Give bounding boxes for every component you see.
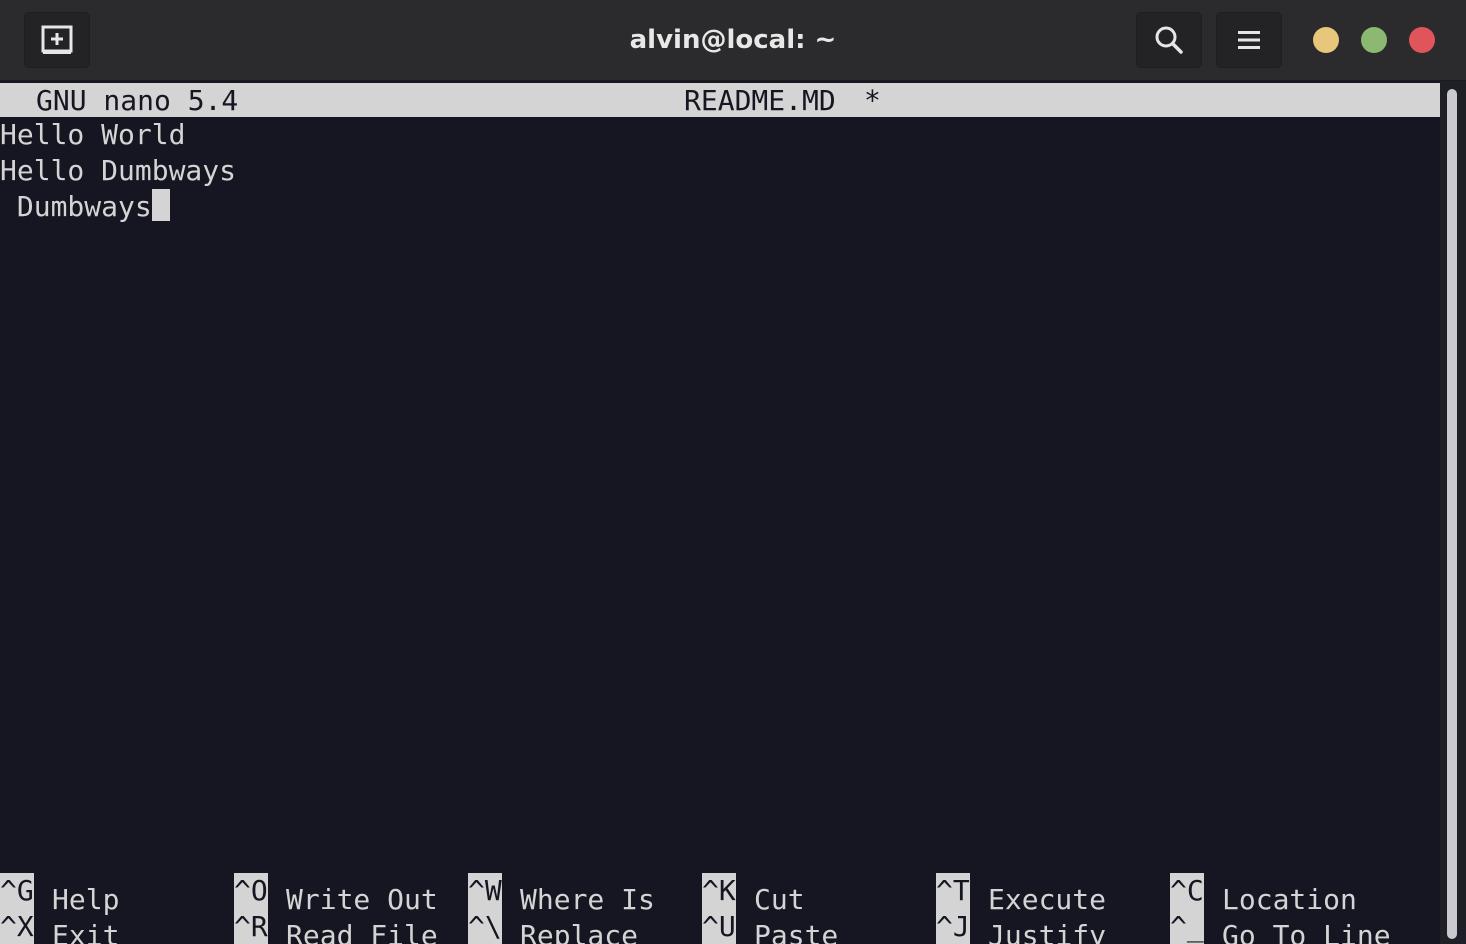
shortcut-cut[interactable]: ^K Cut: [702, 873, 805, 916]
shortcut-bar-row-2: ^X Exit ^R Read File ^\ Replace ^U Paste ^J J…: [0, 909, 1440, 944]
editor-line-text: Dumbways: [0, 190, 152, 223]
menu-button[interactable]: [1216, 12, 1282, 68]
shortcut-where-is[interactable]: ^W Where Is: [468, 873, 655, 916]
text-cursor: [151, 189, 170, 221]
shortcut-paste[interactable]: ^U Paste: [702, 909, 838, 944]
shortcut-help[interactable]: ^G Help: [0, 873, 119, 916]
editor-line[interactable]: Hello Dumbways: [0, 153, 236, 189]
title-bar: alvin@local: ~: [0, 0, 1466, 81]
scrollbar-thumb[interactable]: [1447, 89, 1457, 939]
maximize-button[interactable]: [1361, 27, 1387, 53]
shortcut-execute[interactable]: ^T Execute: [936, 873, 1106, 916]
new-tab-icon: [41, 25, 73, 54]
nano-header-bar: GNU nano 5.4 README.MD *: [0, 83, 1440, 117]
hamburger-menu-icon: [1238, 31, 1260, 49]
editor-line-current[interactable]: Dumbways: [0, 189, 170, 225]
editor-line[interactable]: Hello World: [0, 117, 185, 153]
shortcut-justify[interactable]: ^J Justify: [936, 909, 1106, 944]
terminal-window: alvin@local: ~ GNU nano 5.4 README.MD * …: [0, 0, 1466, 944]
shortcut-go-to-line[interactable]: ^_ Go To Line: [1170, 909, 1391, 944]
close-button[interactable]: [1409, 27, 1435, 53]
nano-version: GNU nano 5.4: [36, 84, 239, 117]
vertical-scrollbar[interactable]: [1440, 81, 1466, 944]
shortcut-exit[interactable]: ^X Exit: [0, 909, 119, 944]
nano-filename: README.MD: [684, 84, 836, 117]
new-tab-button[interactable]: [24, 12, 90, 68]
shortcut-location[interactable]: ^C Location: [1170, 873, 1357, 916]
shortcut-bar-row-1: ^G Help ^O Write Out ^W Where Is ^K Cut ^T Ex…: [0, 873, 1440, 916]
search-icon: [1155, 26, 1183, 54]
nano-modified-marker: *: [864, 84, 881, 117]
shortcut-replace[interactable]: ^\ Replace: [468, 909, 638, 944]
shortcut-write-out[interactable]: ^O Write Out: [234, 873, 438, 916]
terminal-area[interactable]: GNU nano 5.4 README.MD * Hello World Hel…: [0, 81, 1440, 944]
search-button[interactable]: [1136, 12, 1202, 68]
shortcut-read-file[interactable]: ^R Read File: [234, 909, 438, 944]
minimize-button[interactable]: [1313, 27, 1339, 53]
